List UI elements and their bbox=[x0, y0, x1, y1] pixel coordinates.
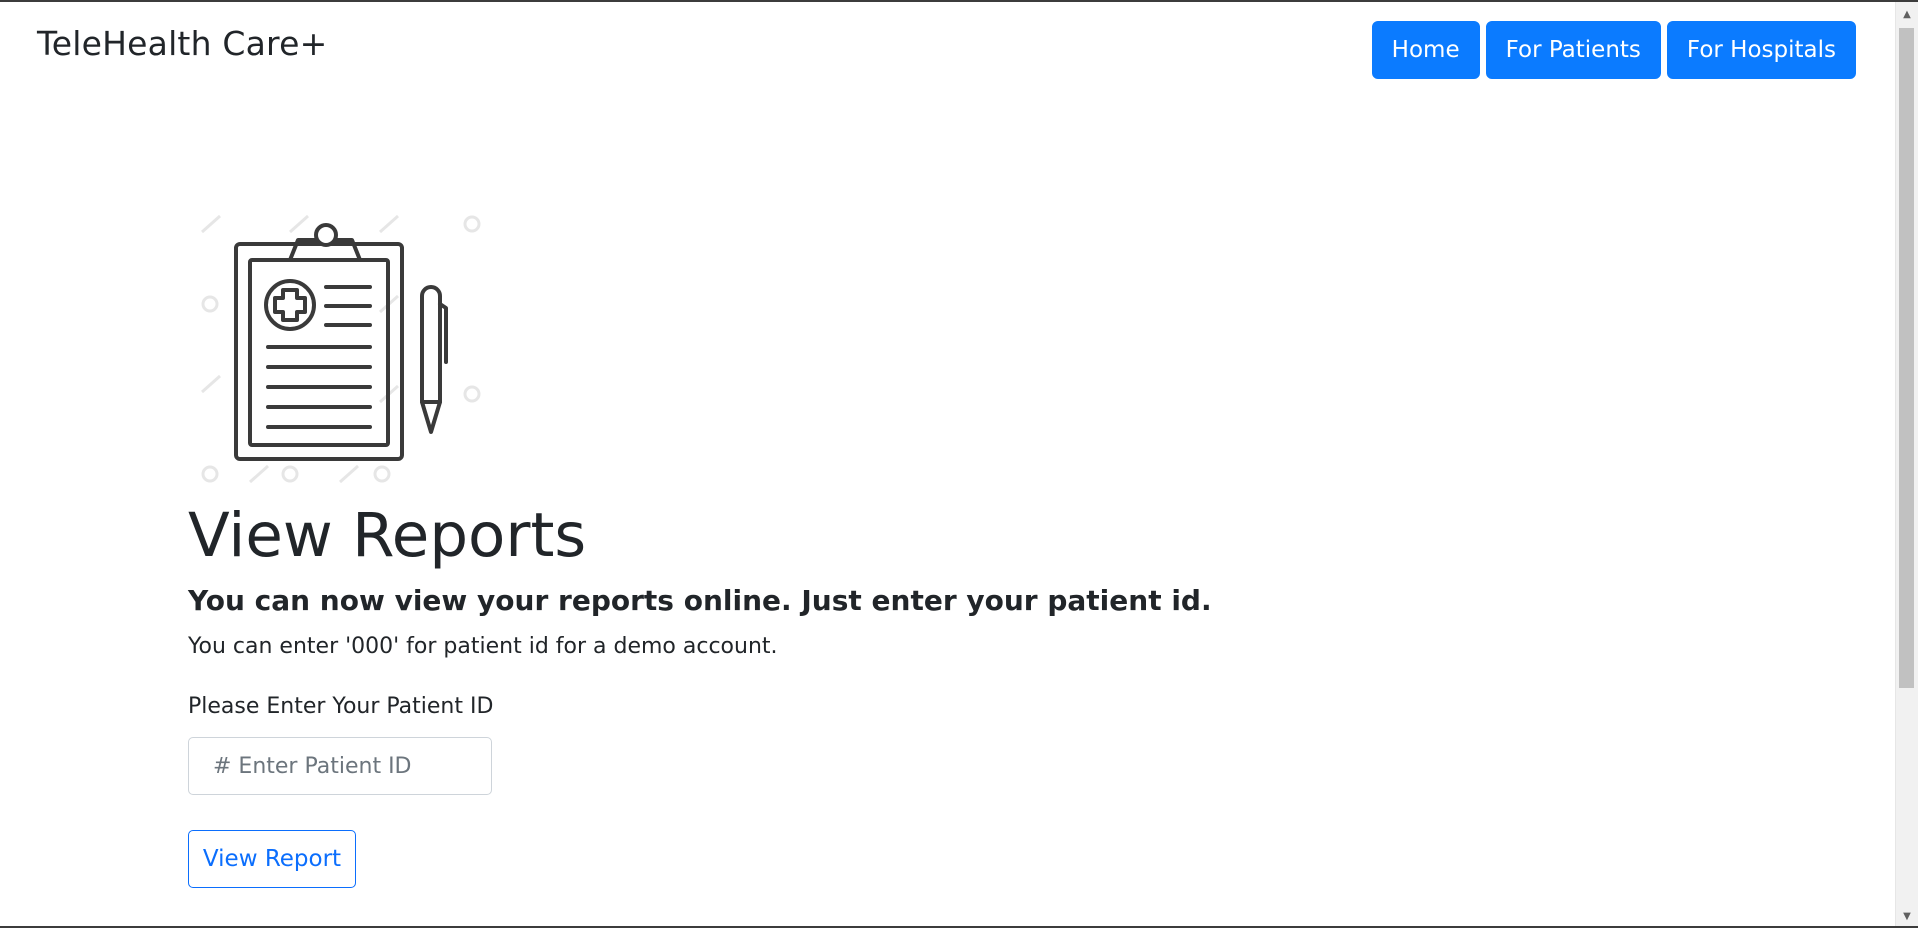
brand-logo[interactable]: TeleHealth Care+ bbox=[37, 24, 327, 63]
nav-for-patients-button[interactable]: For Patients bbox=[1485, 21, 1661, 79]
vertical-scrollbar[interactable]: ▲ ▼ bbox=[1895, 2, 1918, 928]
scroll-up-arrow-icon[interactable]: ▲ bbox=[1896, 4, 1918, 24]
nav-home-button[interactable]: Home bbox=[1371, 21, 1480, 79]
patient-id-input[interactable] bbox=[188, 737, 492, 795]
page: TeleHealth Care+ Home For Patients For H… bbox=[0, 2, 1896, 928]
browser-viewport: TeleHealth Care+ Home For Patients For H… bbox=[0, 0, 1918, 928]
nav-for-hospitals-button[interactable]: For Hospitals bbox=[1666, 21, 1856, 79]
page-lead-text: You can now view your reports online. Ju… bbox=[188, 584, 1212, 617]
top-nav: Home For Patients For Hospitals bbox=[1371, 21, 1856, 79]
scrollbar-thumb[interactable] bbox=[1899, 28, 1914, 688]
scroll-down-arrow-icon[interactable]: ▼ bbox=[1896, 906, 1918, 926]
patient-id-label: Please Enter Your Patient ID bbox=[188, 694, 494, 719]
clipboard-medical-report-icon bbox=[190, 192, 490, 492]
view-report-button[interactable]: View Report bbox=[188, 830, 356, 888]
page-title: View Reports bbox=[188, 500, 587, 571]
demo-account-note: You can enter '000' for patient id for a… bbox=[188, 634, 778, 659]
